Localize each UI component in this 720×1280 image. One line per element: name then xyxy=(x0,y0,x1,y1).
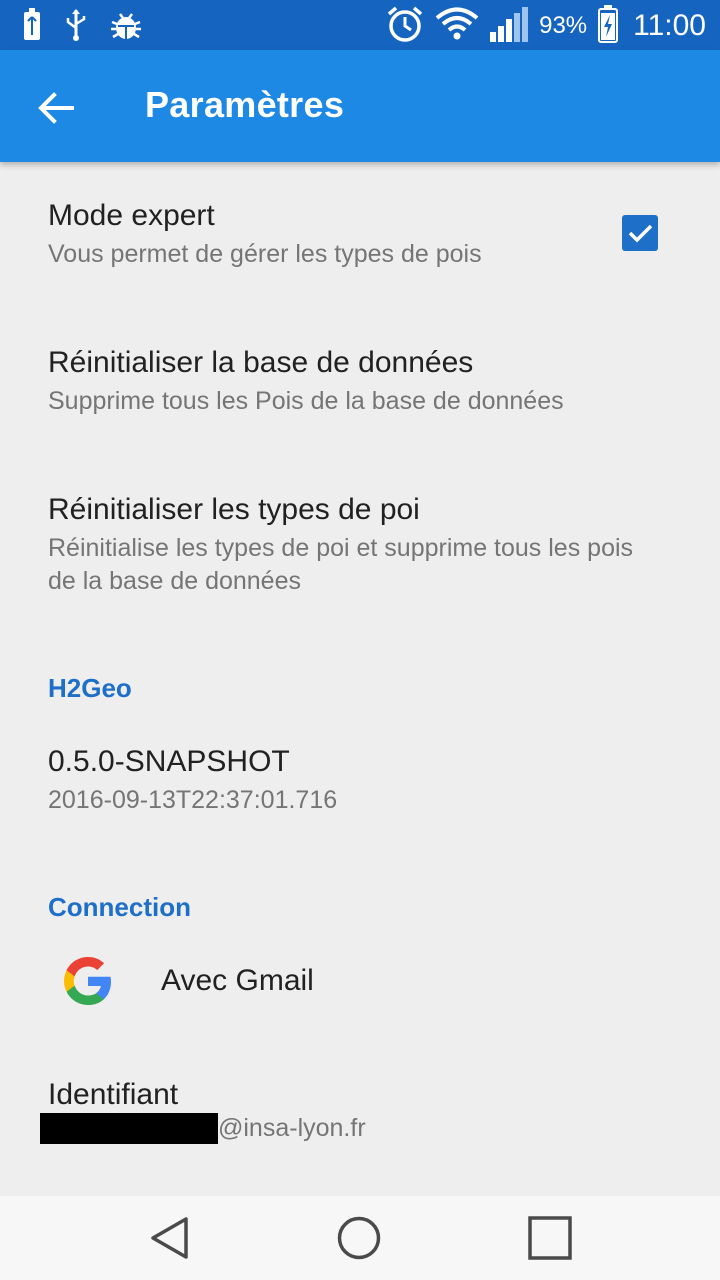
pref-summary: Réinitialise les types de poi et supprim… xyxy=(48,534,634,595)
toolbar: Paramètres xyxy=(0,50,720,162)
category-connection: Connection xyxy=(48,892,191,922)
gmail-label: Avec Gmail xyxy=(161,964,314,997)
pref-reset-poi-types[interactable]: Réinitialiser les types de poi Réinitial… xyxy=(48,492,660,598)
pref-mode-expert[interactable]: Mode expert Vous permet de gérer les typ… xyxy=(48,198,672,271)
home-circle-icon xyxy=(337,1216,381,1260)
redacted-block xyxy=(40,1113,218,1144)
pref-reset-database[interactable]: Réinitialiser la base de données Supprim… xyxy=(48,345,672,418)
nav-home-button[interactable] xyxy=(335,1214,383,1262)
pref-title: Mode expert xyxy=(48,199,215,232)
debug-bug-icon xyxy=(110,8,142,47)
gmail-signin-row[interactable]: Avec Gmail xyxy=(0,935,720,1035)
battery-icon xyxy=(597,4,619,48)
battery-charging-icon xyxy=(22,8,42,47)
system-status-icons: 93% 11:00 xyxy=(385,4,706,48)
category-h2geo: H2Geo xyxy=(48,673,132,703)
google-logo-icon xyxy=(64,957,111,1005)
recents-square-icon xyxy=(528,1216,572,1260)
clock: 11:00 xyxy=(633,9,706,42)
pref-title: Réinitialiser la base de données xyxy=(48,346,474,379)
mode-expert-checkbox[interactable] xyxy=(622,215,658,251)
back-triangle-icon xyxy=(151,1217,188,1259)
status-bar: 93% 11:00 xyxy=(0,0,720,50)
page-title: Paramètres xyxy=(145,84,345,125)
nav-recents-button[interactable] xyxy=(526,1214,574,1262)
identifiant-title: Identifiant xyxy=(48,1078,179,1111)
version-text: 0.5.0-SNAPSHOT xyxy=(48,745,290,778)
checkmark-icon xyxy=(628,224,653,243)
usb-icon xyxy=(64,8,88,47)
pref-version: 0.5.0-SNAPSHOT 2016-09-13T22:37:01.716 xyxy=(48,744,672,817)
navigation-bar xyxy=(0,1196,720,1280)
signal-icon xyxy=(489,6,529,47)
pref-summary: Supprime tous les Pois de la base de don… xyxy=(48,387,564,415)
identifiant-domain: @insa-lyon.fr xyxy=(218,1114,366,1142)
pref-title: Réinitialiser les types de poi xyxy=(48,493,420,526)
arrow-back-icon xyxy=(38,92,74,124)
pref-summary: Vous permet de gérer les types de pois xyxy=(48,240,482,268)
back-button[interactable] xyxy=(30,82,82,134)
identifiant-value: @insa-lyon.fr xyxy=(40,1113,672,1144)
settings-screen: 93% 11:00 Paramètres Mode expert Vous pe… xyxy=(0,0,720,1280)
pref-identifiant: Identifiant @insa-lyon.fr xyxy=(40,1077,672,1144)
alarm-icon xyxy=(385,4,425,49)
build-date-text: 2016-09-13T22:37:01.716 xyxy=(48,786,338,814)
battery-percent: 93% xyxy=(539,12,588,39)
wifi-icon xyxy=(435,7,479,46)
notification-icons xyxy=(22,8,142,47)
nav-back-button[interactable] xyxy=(146,1214,194,1262)
